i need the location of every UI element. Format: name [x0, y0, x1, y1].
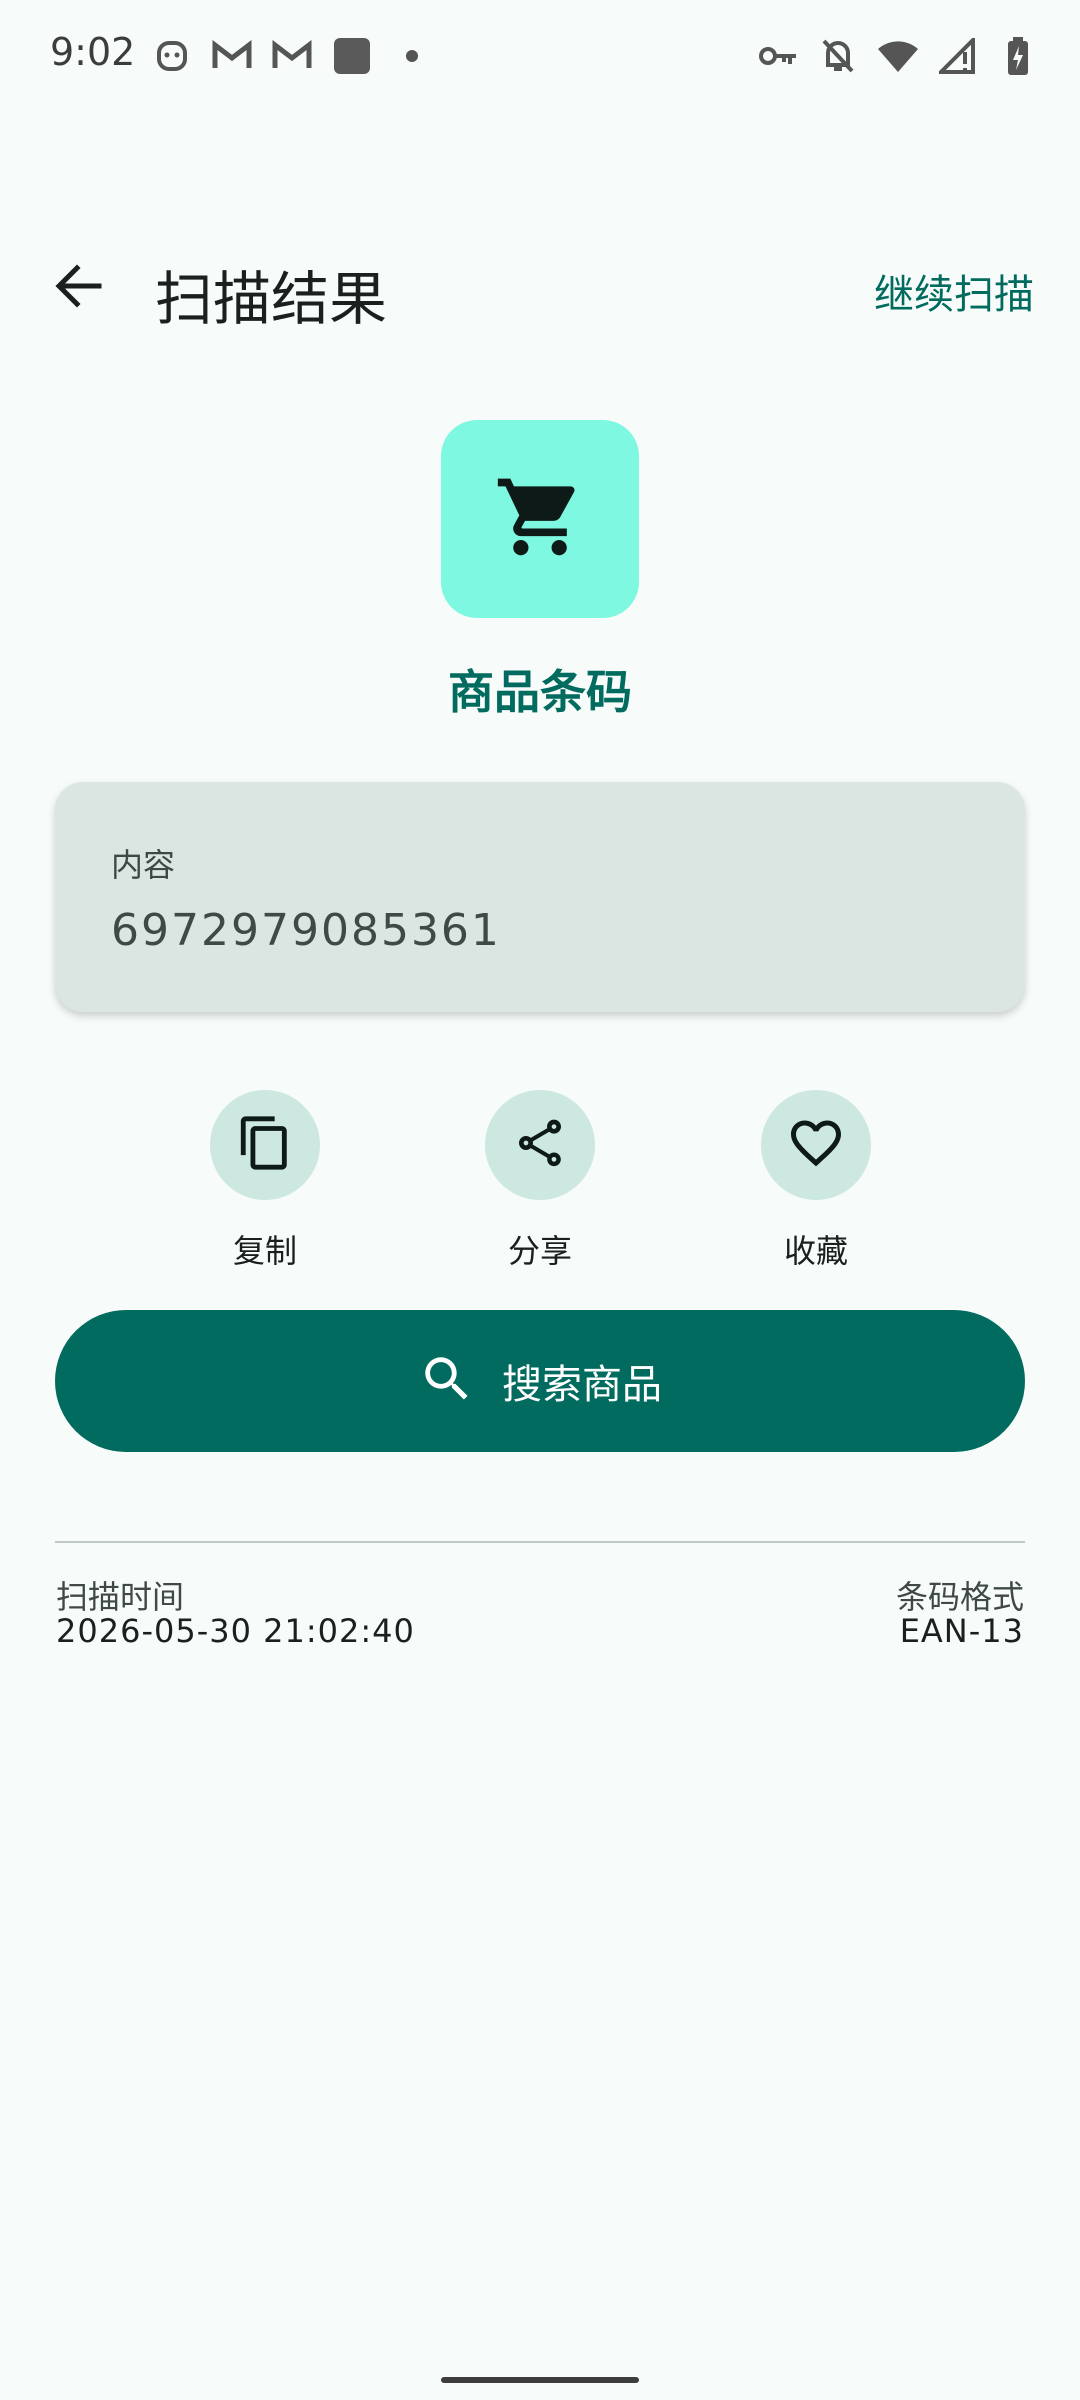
battery-charging-icon [996, 34, 1040, 78]
status-time: 9:02 [50, 30, 136, 74]
share-button[interactable]: 分享 [440, 1090, 640, 1290]
content-card: 内容 6972979085361 [55, 782, 1025, 1012]
favorite-button-circle [761, 1090, 871, 1200]
wifi-icon [876, 34, 920, 78]
favorite-button[interactable]: 收藏 [716, 1090, 916, 1290]
android-face-icon [150, 34, 194, 78]
favorite-label: 收藏 [783, 1232, 848, 1270]
continue-scan-button[interactable]: 继续扫描 [874, 262, 1034, 320]
shopping-cart-icon [494, 471, 586, 567]
dot-icon [390, 34, 434, 78]
barcode-type-tile [441, 420, 639, 618]
barcode-format-value: EAN-13 [899, 1612, 1024, 1650]
gesture-navigation-bar[interactable] [441, 2377, 639, 2383]
status-right-icons [756, 34, 1040, 78]
divider [55, 1541, 1025, 1543]
content-label: 内容 [111, 846, 176, 884]
arrow-back-icon [53, 263, 103, 313]
copy-label: 复制 [232, 1232, 297, 1270]
search-product-label: 搜索商品 [502, 1362, 662, 1408]
vpn-key-icon [756, 34, 800, 78]
search-icon [418, 1350, 476, 1412]
share-icon [512, 1115, 568, 1175]
share-label: 分享 [507, 1232, 572, 1270]
scan-time-value: 2026-05-30 21:02:40 [56, 1612, 415, 1650]
copy-button-circle [210, 1090, 320, 1200]
back-button[interactable] [40, 250, 116, 326]
status-left-icons [150, 34, 434, 78]
page-title: 扫描结果 [155, 265, 388, 333]
notifications-off-icon [816, 34, 860, 78]
copy-icon [236, 1114, 294, 1176]
share-button-circle [485, 1090, 595, 1200]
gmail-icon [270, 34, 314, 78]
status-bar: 9:02 [0, 0, 1080, 110]
gmail-icon [210, 34, 254, 78]
app-square-icon [330, 34, 374, 78]
content-value: 6972979085361 [111, 905, 501, 956]
copy-button[interactable]: 复制 [165, 1090, 365, 1290]
signal-icon [936, 34, 980, 78]
favorite-icon [786, 1113, 846, 1177]
search-product-button[interactable]: 搜索商品 [55, 1310, 1025, 1452]
barcode-type-label: 商品条码 [448, 665, 632, 719]
